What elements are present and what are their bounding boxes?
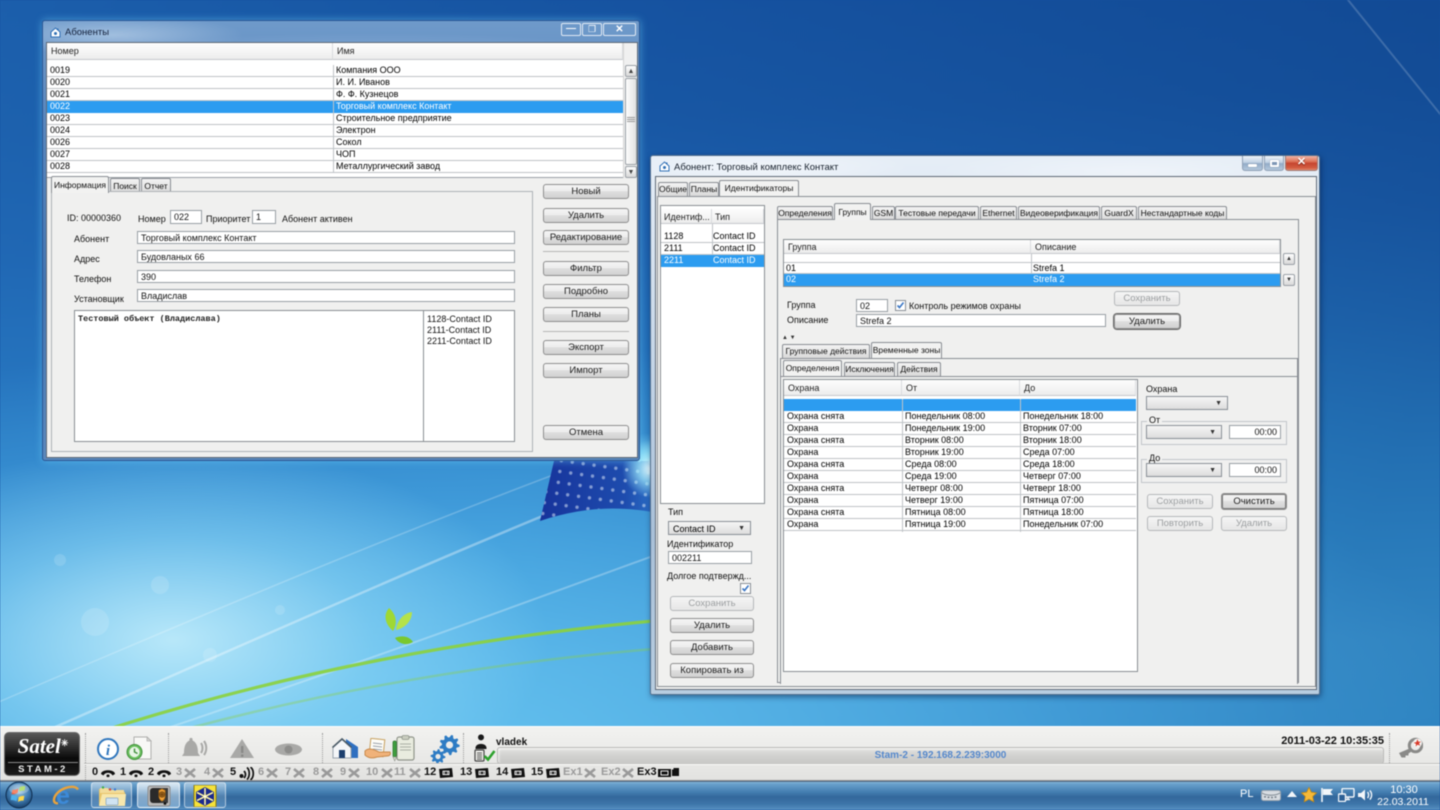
- svg-text:e: e: [56, 782, 70, 808]
